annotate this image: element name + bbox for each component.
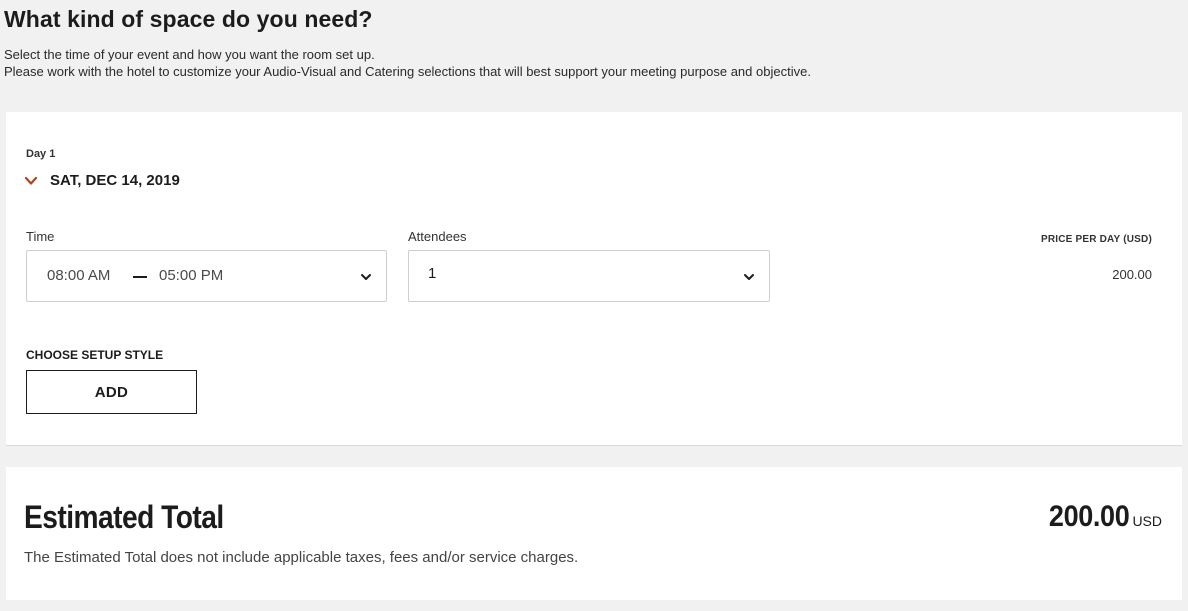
estimated-total-card: Estimated Total 200.00 USD The Estimated… (6, 467, 1182, 600)
time-separator (133, 276, 147, 278)
day-date: SAT, DEC 14, 2019 (50, 172, 180, 189)
chevron-down-icon (361, 274, 371, 280)
estimated-total-note: The Estimated Total does not include app… (24, 549, 579, 566)
estimated-total-amount: 200.00 (1049, 500, 1130, 533)
setup-style-label: CHOOSE SETUP STYLE (26, 348, 164, 362)
day-card: Day 1 SAT, DEC 14, 2019 Time 08:00 AM 05… (6, 112, 1182, 446)
price-per-day-label: PRICE PER DAY (USD) (1040, 234, 1152, 245)
attendees-select[interactable]: 1 (408, 250, 770, 302)
day-toggle[interactable]: SAT, DEC 14, 2019 (24, 172, 180, 189)
chevron-down-icon (24, 176, 38, 185)
attendees-value: 1 (428, 265, 437, 282)
day-label: Day 1 (26, 148, 56, 160)
time-label: Time (26, 229, 55, 244)
estimated-total-title: Estimated Total (24, 499, 224, 535)
estimated-total-currency: USD (1132, 513, 1162, 529)
add-setup-style-button[interactable]: ADD (26, 370, 197, 414)
price-per-day-value: 200.00 (1112, 267, 1152, 282)
time-select[interactable]: 08:00 AM 05:00 PM (26, 250, 387, 302)
intro-line-1: Select the time of your event and how yo… (4, 47, 375, 62)
intro-text: Select the time of your event and how yo… (4, 46, 811, 80)
chevron-down-icon (744, 274, 754, 280)
time-start: 08:00 AM (47, 267, 111, 284)
intro-line-2: Please work with the hotel to customize … (4, 64, 811, 79)
page-title: What kind of space do you need? (4, 6, 373, 32)
estimated-total-price: 200.00 USD (1040, 500, 1162, 534)
attendees-label: Attendees (408, 229, 467, 244)
time-end: 05:00 PM (159, 267, 224, 284)
